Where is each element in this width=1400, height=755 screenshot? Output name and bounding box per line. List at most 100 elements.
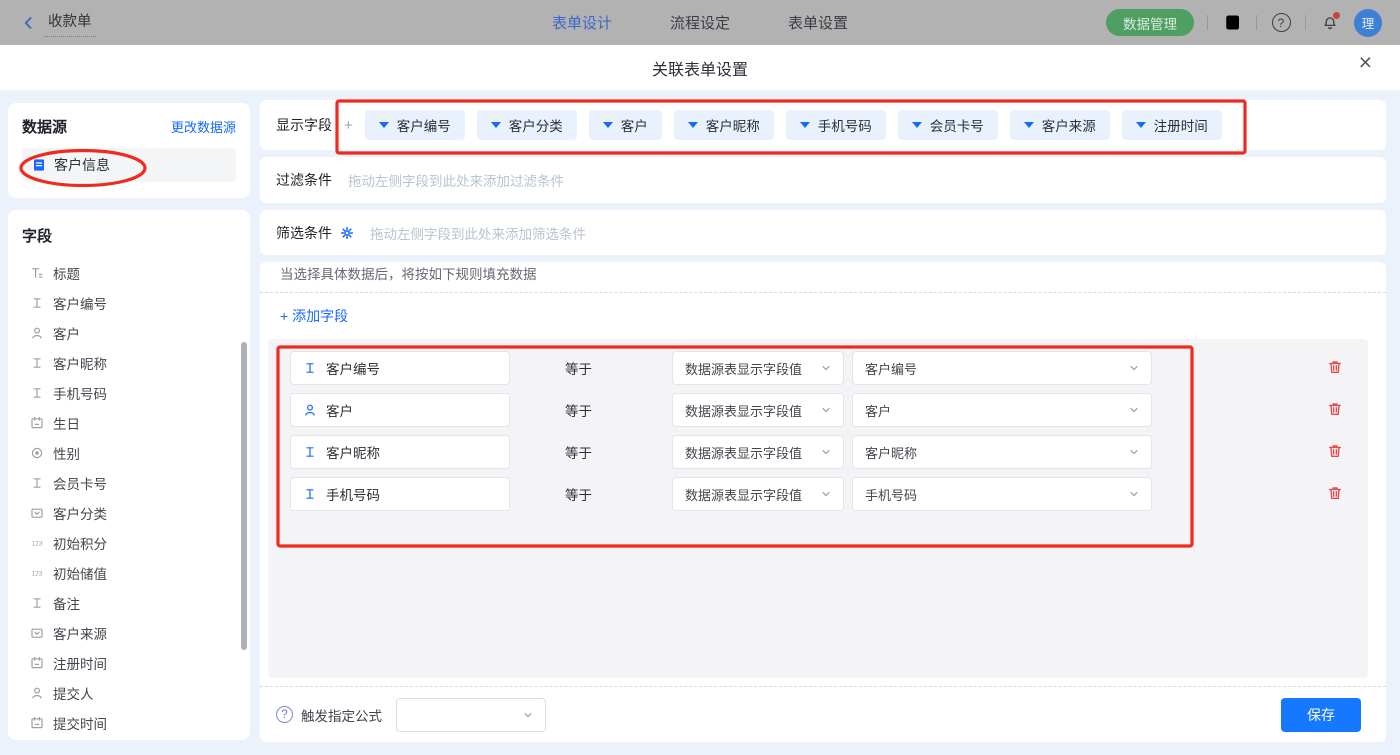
- fields-title: 字段: [22, 225, 236, 246]
- divider: [1305, 15, 1306, 30]
- fields-card: 字段 标题 客户编号 客户 客户昵称 手机号码 生日 性别 会员卡号 客户分类 …: [8, 210, 250, 740]
- rule-source-select[interactable]: 数据源表显示字段值: [672, 393, 844, 427]
- docs-book-icon[interactable]: [1221, 12, 1243, 34]
- field-list-item[interactable]: 客户分类: [22, 498, 236, 528]
- rule-target-field[interactable]: 客户昵称: [290, 435, 510, 469]
- fields-scrollbar[interactable]: [241, 342, 247, 650]
- fill-rule-row: 手机号码 等于 数据源表显示字段值 手机号码: [268, 477, 1368, 511]
- save-button[interactable]: 保存: [1281, 698, 1361, 732]
- formula-help-icon[interactable]: ?: [276, 706, 293, 723]
- modal-body: 数据源 更改数据源 客户信息 字段 标题 客户编号 客户 客户昵称 手机号码 生…: [0, 90, 1400, 755]
- user-icon: [30, 326, 44, 340]
- delete-rule-button[interactable]: [1326, 359, 1344, 377]
- display-field-tag[interactable]: 客户来源: [1010, 110, 1110, 140]
- user-avatar[interactable]: 理: [1354, 9, 1382, 37]
- text-icon: [30, 596, 44, 610]
- rule-source-select[interactable]: 数据源表显示字段值: [672, 477, 844, 511]
- display-field-tag[interactable]: 客户编号: [365, 110, 465, 140]
- delete-rule-button[interactable]: [1326, 401, 1344, 419]
- chevron-down-icon: [1127, 403, 1141, 417]
- filter-conditions-label: 过滤条件: [276, 170, 332, 190]
- text-icon: [303, 445, 317, 459]
- datasource-item[interactable]: 客户信息: [22, 148, 236, 182]
- trigger-formula-select[interactable]: [396, 698, 546, 732]
- display-field-tag[interactable]: 客户昵称: [674, 110, 774, 140]
- title-icon: [30, 266, 44, 280]
- field-list-item[interactable]: 备注: [22, 588, 236, 618]
- filter-conditions-row[interactable]: 过滤条件 拖动左侧字段到此处来添加过滤条件: [260, 157, 1386, 203]
- help-icon[interactable]: ?: [1270, 12, 1292, 34]
- chevron-down-icon: [819, 445, 833, 459]
- text-icon: [30, 296, 44, 310]
- field-list-item[interactable]: 标题: [22, 258, 236, 288]
- field-list-item[interactable]: 会员卡号: [22, 468, 236, 498]
- field-list-item[interactable]: 手机号码: [22, 378, 236, 408]
- data-manage-button[interactable]: 数据管理: [1106, 9, 1194, 36]
- rule-operator: 等于: [565, 400, 599, 420]
- add-display-field-button[interactable]: +: [344, 117, 353, 134]
- fill-rule-row: 客户昵称 等于 数据源表显示字段值 客户昵称: [268, 435, 1368, 469]
- field-list-item[interactable]: 客户来源: [22, 618, 236, 648]
- fill-rules-panel: 客户编号 等于 数据源表显示字段值 客户编号 客户 等于 数据源表显示字段值 客…: [268, 339, 1368, 678]
- field-list-item[interactable]: 提交人: [22, 678, 236, 708]
- caret-down-icon: [912, 122, 922, 128]
- back-button[interactable]: 收款单: [22, 8, 96, 37]
- rule-value-select[interactable]: 客户昵称: [852, 435, 1152, 469]
- rule-value-select[interactable]: 手机号码: [852, 477, 1152, 511]
- field-list-item[interactable]: 客户编号: [22, 288, 236, 318]
- rule-target-field[interactable]: 客户编号: [290, 351, 510, 385]
- field-list-item[interactable]: 性别: [22, 438, 236, 468]
- screening-drop-placeholder: 拖动左侧字段到此处来添加筛选条件: [370, 223, 586, 243]
- add-field-button[interactable]: + 添加字段: [280, 306, 348, 326]
- field-list-item[interactable]: 注册时间: [22, 648, 236, 678]
- caret-down-icon: [1024, 122, 1034, 128]
- delete-rule-button[interactable]: [1326, 485, 1344, 503]
- rule-value-select[interactable]: 客户编号: [852, 351, 1152, 385]
- display-fields-label: 显示字段: [276, 115, 332, 135]
- rule-target-field[interactable]: 客户: [290, 393, 510, 427]
- modal-header: 关联表单设置 ×: [0, 45, 1400, 90]
- display-field-tag[interactable]: 客户: [589, 110, 662, 140]
- field-list-item[interactable]: 客户: [22, 318, 236, 348]
- fill-rule-row: 客户 等于 数据源表显示字段值 客户: [268, 393, 1368, 427]
- tab-3[interactable]: 表单设置: [788, 12, 848, 33]
- change-datasource-link[interactable]: 更改数据源: [171, 117, 236, 136]
- chevron-down-icon: [521, 708, 535, 722]
- svg-text:123: 123: [31, 571, 42, 578]
- tab-1[interactable]: 表单设计: [552, 12, 612, 33]
- chevron-down-icon: [819, 487, 833, 501]
- trigger-formula-label: 触发指定公式: [301, 705, 382, 725]
- display-field-tag[interactable]: 会员卡号: [898, 110, 998, 140]
- text-icon: [303, 487, 317, 501]
- field-list-item[interactable]: 生日: [22, 408, 236, 438]
- user-icon: [303, 403, 317, 417]
- display-field-tag[interactable]: 客户分类: [477, 110, 577, 140]
- form-name[interactable]: 收款单: [44, 8, 96, 37]
- topbar-tabs: 表单设计 流程设定 表单设置: [552, 12, 848, 33]
- svg-text:123: 123: [31, 541, 42, 548]
- delete-rule-button[interactable]: [1326, 443, 1344, 461]
- rule-source-select[interactable]: 数据源表显示字段值: [672, 435, 844, 469]
- topbar: 收款单 表单设计 流程设定 表单设置 数据管理 ? 理: [0, 0, 1400, 45]
- caret-down-icon: [800, 122, 810, 128]
- calendar-icon: [30, 656, 44, 670]
- chevron-down-icon: [1127, 487, 1141, 501]
- field-list-item[interactable]: 客户昵称: [22, 348, 236, 378]
- rule-value-select[interactable]: 客户: [852, 393, 1152, 427]
- text-icon: [30, 386, 44, 400]
- notification-bell-icon[interactable]: [1319, 12, 1341, 34]
- rule-target-field[interactable]: 手机号码: [290, 477, 510, 511]
- trash-icon: [1327, 485, 1343, 501]
- field-list-item[interactable]: 123 初始积分: [22, 528, 236, 558]
- display-field-tag[interactable]: 注册时间: [1122, 110, 1222, 140]
- chevron-down-icon: [1127, 445, 1141, 459]
- app-window: 收款单 表单设计 流程设定 表单设置 数据管理 ? 理 关联表单设置 ×: [0, 0, 1400, 755]
- display-field-tag[interactable]: 手机号码: [786, 110, 886, 140]
- gear-icon[interactable]: [340, 226, 354, 240]
- field-list-item[interactable]: 123 初始储值: [22, 558, 236, 588]
- rule-source-select[interactable]: 数据源表显示字段值: [672, 351, 844, 385]
- tab-2[interactable]: 流程设定: [670, 12, 730, 33]
- screening-conditions-row[interactable]: 筛选条件 拖动左侧字段到此处来添加筛选条件: [260, 210, 1386, 255]
- field-list-item[interactable]: 提交时间: [22, 708, 236, 738]
- close-icon[interactable]: ×: [1359, 51, 1372, 74]
